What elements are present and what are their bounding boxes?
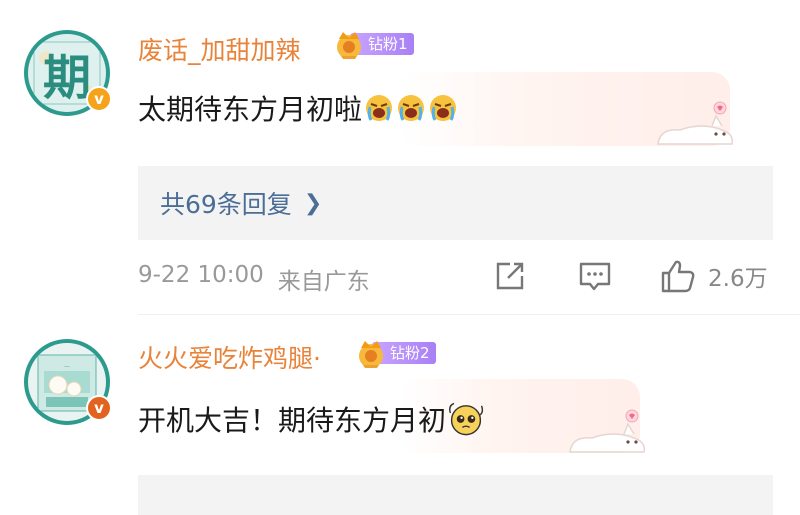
timestamp: 9-22 10:00	[138, 262, 264, 288]
comment-text: 太期待东方月初啦	[138, 88, 458, 128]
fan-badge[interactable]: 钻粉1	[332, 30, 414, 59]
replies-link[interactable]: 共69条回复 ❯	[138, 166, 773, 240]
cat-sticker-icon	[569, 409, 646, 453]
username[interactable]: 火火爱吃炸鸡腿·	[138, 339, 321, 375]
like-button[interactable]: 2.6万	[660, 258, 768, 294]
avatar-glyph: 期	[42, 50, 91, 106]
share-icon	[496, 262, 524, 290]
thumbs-up-icon	[661, 260, 695, 293]
comment-item: ... v 火火爱吃炸鸡腿· 钻粉2 开机大吉！期待东方月初	[0, 315, 800, 515]
chevron-right-icon: ❯	[303, 190, 323, 216]
cat-sticker-icon	[657, 101, 734, 145]
username[interactable]: 废话_加甜加辣	[138, 31, 301, 67]
location: 来自广东	[277, 269, 370, 295]
replies-preview[interactable]	[138, 475, 773, 515]
comment-item: 期 v 废话_加甜加辣 钻粉1 太期待东方月初啦 共69条回复 ❯ 9-22 1…	[0, 0, 800, 315]
replies-label: 共69条回复	[160, 190, 292, 219]
svg-text:...: ...	[64, 362, 70, 369]
avatar[interactable]: 期 v	[24, 30, 112, 116]
fan-badge[interactable]: 钻粉2	[354, 339, 436, 368]
comment-text: 开机大吉！期待东方月初	[138, 399, 484, 439]
crown-icon	[337, 32, 361, 59]
avatar[interactable]: ... v	[24, 339, 112, 425]
crown-icon	[359, 341, 383, 368]
crying-emoji-icon	[366, 95, 393, 121]
comment-text-content: 太期待东方月初啦	[138, 93, 363, 126]
comment-icon	[579, 262, 611, 291]
pleading-emoji-icon	[449, 402, 484, 436]
reply-button[interactable]	[578, 258, 612, 294]
verified-icon: v	[86, 395, 112, 421]
like-count: 2.6万	[708, 266, 768, 292]
comment-meta: 9-22 10:00 来自广东	[138, 262, 370, 296]
verified-icon: v	[86, 86, 112, 112]
crying-emoji-icon	[398, 95, 425, 121]
share-button[interactable]	[494, 258, 526, 294]
crying-emoji-icon	[430, 95, 457, 121]
comment-text-content: 开机大吉！期待东方月初	[138, 404, 447, 437]
